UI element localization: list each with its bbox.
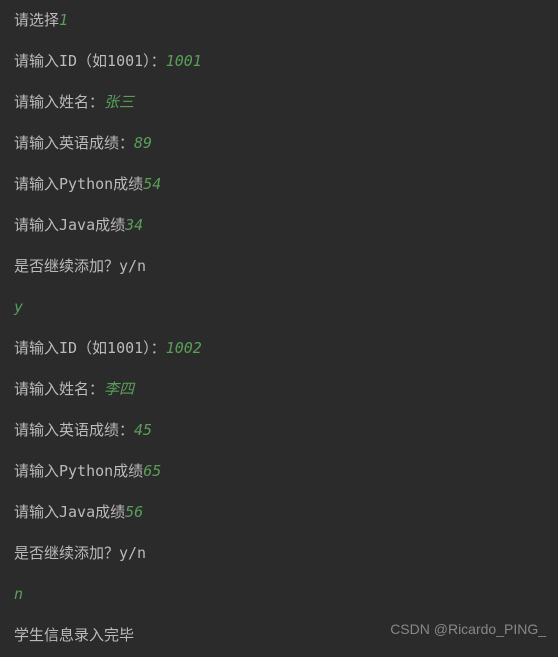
user-input: 56 bbox=[125, 503, 143, 521]
user-input: 李四 bbox=[104, 380, 134, 398]
prompt-text: 请输入英语成绩： bbox=[14, 421, 134, 439]
user-input: 54 bbox=[143, 175, 161, 193]
user-input: 1001 bbox=[166, 52, 202, 70]
console-line: 请输入Python成绩65 bbox=[14, 461, 544, 482]
console-line: 请输入英语成绩：89 bbox=[14, 133, 544, 154]
console-line: 请输入Java成绩34 bbox=[14, 215, 544, 236]
user-input: 张三 bbox=[104, 93, 134, 111]
prompt-text: 请输入Java成绩 bbox=[14, 216, 125, 234]
console-line: n bbox=[14, 584, 544, 605]
console-line: 请输入Java成绩56 bbox=[14, 502, 544, 523]
console-line: 是否继续添加？y/n bbox=[14, 256, 544, 277]
prompt-text: 请输入ID（如1001）： bbox=[14, 339, 166, 357]
console-line: y bbox=[14, 297, 544, 318]
console-line: 请输入ID（如1001）：1002 bbox=[14, 338, 544, 359]
prompt-text: 是否继续添加？y/n bbox=[14, 257, 146, 275]
user-input: 1 bbox=[59, 11, 68, 29]
user-input: 1002 bbox=[166, 339, 202, 357]
prompt-text: 请输入Python成绩 bbox=[14, 175, 143, 193]
prompt-text: 请输入Python成绩 bbox=[14, 462, 143, 480]
watermark-text: CSDN @Ricardo_PING_ bbox=[390, 621, 546, 637]
prompt-text: 请输入Java成绩 bbox=[14, 503, 125, 521]
console-line: 请输入Python成绩54 bbox=[14, 174, 544, 195]
console-line: 请输入姓名：张三 bbox=[14, 92, 544, 113]
console-line: 请输入姓名：李四 bbox=[14, 379, 544, 400]
console-line: 是否继续添加？y/n bbox=[14, 543, 544, 564]
user-response: n bbox=[14, 585, 23, 603]
terminal-output: 请选择1 请输入ID（如1001）：1001 请输入姓名：张三 请输入英语成绩：… bbox=[14, 10, 544, 646]
prompt-text: 请输入英语成绩： bbox=[14, 134, 134, 152]
user-input: 89 bbox=[134, 134, 152, 152]
user-input: 45 bbox=[134, 421, 152, 439]
prompt-text: 请选择 bbox=[14, 11, 59, 29]
prompt-text: 请输入姓名： bbox=[14, 93, 104, 111]
prompt-text: 是否继续添加？y/n bbox=[14, 544, 146, 562]
console-line: 请输入ID（如1001）：1001 bbox=[14, 51, 544, 72]
user-input: 65 bbox=[143, 462, 161, 480]
user-input: 34 bbox=[125, 216, 143, 234]
user-response: y bbox=[14, 298, 23, 316]
prompt-text: 请输入ID（如1001）： bbox=[14, 52, 166, 70]
console-line: 请输入英语成绩：45 bbox=[14, 420, 544, 441]
prompt-text: 学生信息录入完毕 bbox=[14, 626, 134, 644]
prompt-text: 请输入姓名： bbox=[14, 380, 104, 398]
console-line: 请选择1 bbox=[14, 10, 544, 31]
